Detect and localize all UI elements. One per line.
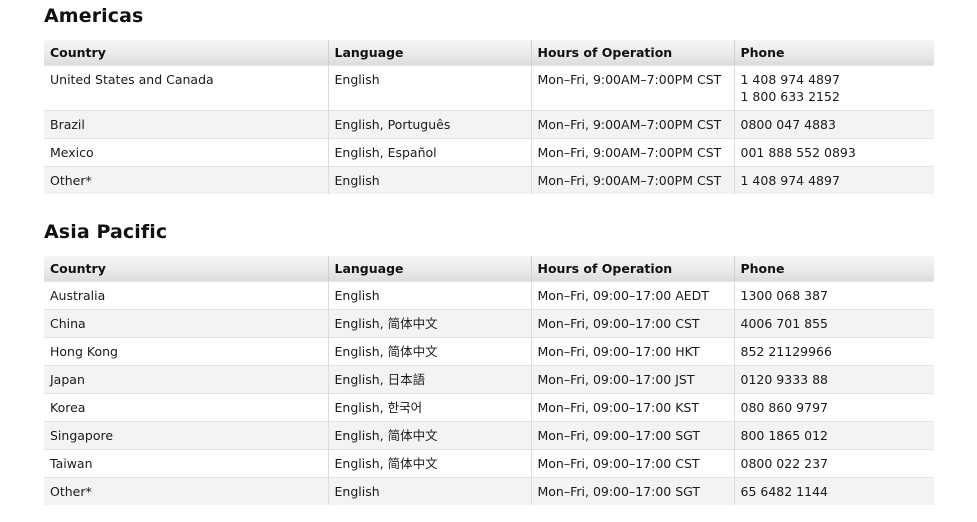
cell-language: English	[327, 166, 531, 194]
cell-phone: 852 21129966	[733, 337, 934, 366]
cell-hours: Mon–Fri, 9:00AM–7:00PM CST	[530, 166, 734, 194]
column-header-phone: Phone	[733, 40, 934, 66]
table-row: Other* English Mon–Fri, 9:00AM–7:00PM CS…	[44, 166, 934, 194]
cell-country: Other*	[44, 166, 328, 194]
support-table-americas: Country Language Hours of Operation Phon…	[44, 40, 934, 194]
table-row: Mexico English, Español Mon–Fri, 9:00AM–…	[44, 138, 934, 167]
cell-phone: 65 6482 1144	[733, 477, 934, 505]
cell-language: English, 한국어	[327, 393, 531, 422]
cell-country: Korea	[44, 393, 328, 422]
support-table-asia-pacific: Country Language Hours of Operation Phon…	[44, 256, 934, 505]
cell-language: English, 简体中文	[327, 421, 531, 450]
cell-country: Brazil	[44, 110, 328, 139]
cell-phone: 0120 9333 88	[733, 365, 934, 394]
column-header-language: Language	[327, 40, 531, 66]
cell-hours: Mon–Fri, 09:00–17:00 CST	[530, 309, 734, 338]
cell-language: English, 简体中文	[327, 337, 531, 366]
table-row: Japan English, 日本語 Mon–Fri, 09:00–17:00 …	[44, 365, 934, 394]
cell-language: English, 日本語	[327, 365, 531, 394]
cell-country: Mexico	[44, 138, 328, 167]
cell-country: Hong Kong	[44, 337, 328, 366]
table-row: Other* English Mon–Fri, 09:00–17:00 SGT …	[44, 477, 934, 505]
cell-language: English, Español	[327, 138, 531, 167]
cell-phone: 1 408 974 4897 1 800 633 2152	[733, 65, 934, 111]
table-row: Brazil English, Português Mon–Fri, 9:00A…	[44, 110, 934, 139]
phone-number: 1 800 633 2152	[740, 89, 840, 104]
cell-country: Japan	[44, 365, 328, 394]
cell-hours: Mon–Fri, 09:00–17:00 HKT	[530, 337, 734, 366]
cell-country: China	[44, 309, 328, 338]
cell-hours: Mon–Fri, 09:00–17:00 KST	[530, 393, 734, 422]
cell-phone: 4006 701 855	[733, 309, 934, 338]
table-row: Korea English, 한국어 Mon–Fri, 09:00–17:00 …	[44, 393, 934, 422]
cell-country: Other*	[44, 477, 328, 505]
cell-phone: 1300 068 387	[733, 281, 934, 310]
cell-hours: Mon–Fri, 09:00–17:00 SGT	[530, 421, 734, 450]
cell-hours: Mon–Fri, 9:00AM–7:00PM CST	[530, 138, 734, 167]
cell-phone: 080 860 9797	[733, 393, 934, 422]
cell-country: United States and Canada	[44, 65, 328, 111]
cell-country: Singapore	[44, 421, 328, 450]
table-header-row: Country Language Hours of Operation Phon…	[44, 40, 934, 66]
cell-language: English	[327, 65, 531, 111]
cell-phone: 0800 022 237	[733, 449, 934, 478]
cell-phone: 0800 047 4883	[733, 110, 934, 139]
column-header-language: Language	[327, 256, 531, 282]
column-header-phone: Phone	[733, 256, 934, 282]
cell-hours: Mon–Fri, 09:00–17:00 SGT	[530, 477, 734, 505]
table-row: Taiwan English, 简体中文 Mon–Fri, 09:00–17:0…	[44, 449, 934, 478]
cell-phone: 1 408 974 4897	[733, 166, 934, 194]
phone-number: 1 408 974 4897	[740, 72, 840, 87]
cell-hours: Mon–Fri, 09:00–17:00 CST	[530, 449, 734, 478]
table-row: China English, 简体中文 Mon–Fri, 09:00–17:00…	[44, 309, 934, 338]
column-header-hours: Hours of Operation	[530, 256, 734, 282]
table-row: Singapore English, 简体中文 Mon–Fri, 09:00–1…	[44, 421, 934, 450]
table-row: Australia English Mon–Fri, 09:00–17:00 A…	[44, 281, 934, 310]
cell-phone: 800 1865 012	[733, 421, 934, 450]
cell-phone: 001 888 552 0893	[733, 138, 934, 167]
section-title-americas: Americas	[44, 5, 144, 27]
table-row: United States and Canada English Mon–Fri…	[44, 65, 934, 111]
cell-language: English	[327, 281, 531, 310]
cell-language: English	[327, 477, 531, 505]
column-header-country: Country	[44, 256, 328, 282]
cell-language: English, 简体中文	[327, 449, 531, 478]
cell-hours: Mon–Fri, 9:00AM–7:00PM CST	[530, 65, 734, 111]
table-header-row: Country Language Hours of Operation Phon…	[44, 256, 934, 282]
section-title-asia-pacific: Asia Pacific	[44, 221, 168, 243]
cell-hours: Mon–Fri, 09:00–17:00 JST	[530, 365, 734, 394]
cell-hours: Mon–Fri, 9:00AM–7:00PM CST	[530, 110, 734, 139]
column-header-hours: Hours of Operation	[530, 40, 734, 66]
table-row: Hong Kong English, 简体中文 Mon–Fri, 09:00–1…	[44, 337, 934, 366]
cell-language: English, Português	[327, 110, 531, 139]
cell-language: English, 简体中文	[327, 309, 531, 338]
cell-country: Australia	[44, 281, 328, 310]
cell-country: Taiwan	[44, 449, 328, 478]
cell-hours: Mon–Fri, 09:00–17:00 AEDT	[530, 281, 734, 310]
column-header-country: Country	[44, 40, 328, 66]
